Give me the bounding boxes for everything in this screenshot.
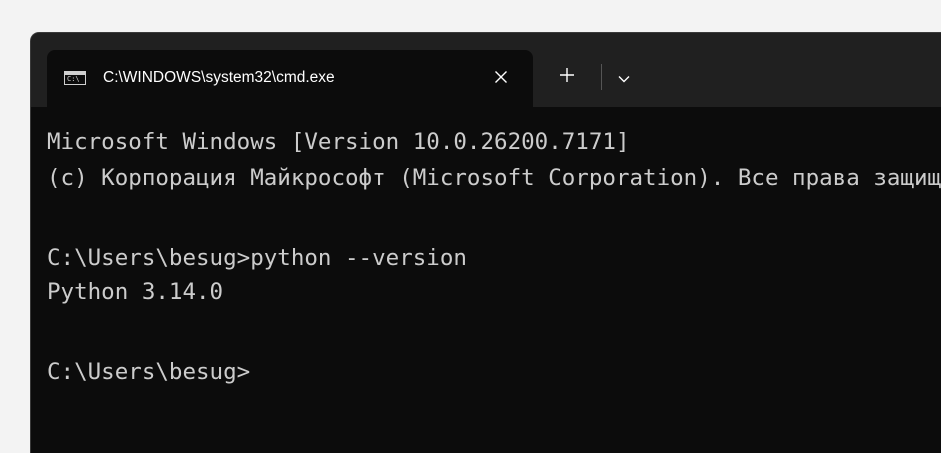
dropdown-button[interactable] [609,62,639,92]
tab-bar: C:\ C:\WINDOWS\system32\cmd.exe [31,33,941,107]
terminal-line: (c) Корпорация Майкрософт (Microsoft Cor… [47,165,941,191]
terminal-line: C:\Users\besug>python --version [47,245,467,271]
terminal-output[interactable]: Microsoft Windows [Version 10.0.26200.71… [31,107,941,453]
terminal-window: C:\ C:\WINDOWS\system32\cmd.exe Microsof… [30,32,941,453]
terminal-line: Python 3.14.0 [47,279,224,305]
tabbar-divider [601,64,602,90]
close-icon[interactable] [487,63,515,91]
plus-icon [559,67,575,87]
chevron-down-icon [618,68,630,87]
tab-cmd[interactable]: C:\ C:\WINDOWS\system32\cmd.exe [47,50,533,107]
terminal-line: Microsoft Windows [Version 10.0.26200.71… [47,129,630,155]
tab-title: C:\WINDOWS\system32\cmd.exe [103,69,335,86]
console-icon-text: C:\ [67,75,80,83]
terminal-prompt: C:\Users\besug> [47,359,251,385]
console-icon: C:\ [64,71,86,85]
new-tab-button[interactable] [550,60,584,94]
